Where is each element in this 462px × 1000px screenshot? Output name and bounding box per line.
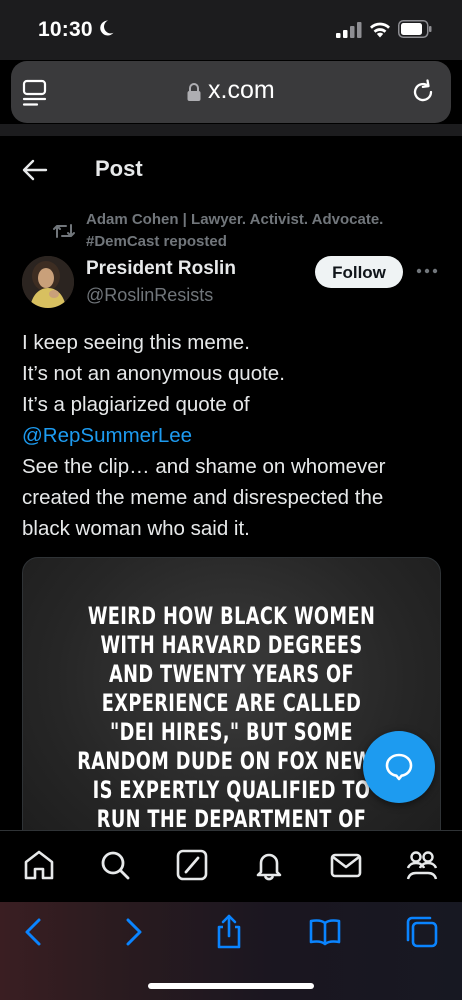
meme-line: "DEI HIRES," BUT SOME xyxy=(110,718,353,746)
post-text-line: I keep seeing this meme. xyxy=(22,331,250,354)
meme-line: AND TWENTY YEARS OF xyxy=(108,660,355,688)
bottom-tab-bar xyxy=(0,830,462,903)
communities-icon[interactable] xyxy=(405,848,439,882)
bookmarks-icon[interactable] xyxy=(307,914,343,950)
reload-icon[interactable] xyxy=(410,79,436,105)
meme-text: WEIRD HOW BLACK WOMEN WITH HARVARD DEGRE… xyxy=(77,602,386,834)
mention-link[interactable]: @RepSummerLee xyxy=(22,420,442,451)
reply-fab-button[interactable] xyxy=(363,731,435,803)
follow-button[interactable]: Follow xyxy=(315,256,403,288)
post-text-line: It’s not an anonymous quote. xyxy=(22,362,285,385)
author-handle[interactable]: @RoslinResists xyxy=(86,285,213,306)
share-icon[interactable] xyxy=(211,914,247,950)
meme-line: WITH HARVARD DEGREES xyxy=(100,631,363,659)
meme-line: IS EXPERTLY QUALIFIED TO xyxy=(92,776,371,804)
page-title: Post xyxy=(95,156,143,181)
chat-bubble-icon xyxy=(385,753,413,781)
page-menu-icon[interactable] xyxy=(22,79,48,107)
post-text: I keep seeing this meme. It’s not an ano… xyxy=(22,327,442,544)
messages-icon[interactable] xyxy=(329,848,363,882)
avatar[interactable] xyxy=(22,256,74,308)
meme-line: RANDOM DUDE ON FOX NEWS xyxy=(77,747,386,775)
repost-attribution[interactable]: Adam Cohen | Lawyer. Activist. Advocate.… xyxy=(86,209,426,253)
focus-moon-icon xyxy=(100,20,114,36)
avatar-photo xyxy=(22,256,74,308)
post-text-line: See the clip… and shame on whomever xyxy=(22,455,386,478)
meme-line: WEIRD HOW BLACK WOMEN xyxy=(87,602,376,630)
notifications-icon[interactable] xyxy=(252,848,286,882)
post-text-line: It’s a plagiarized quote of xyxy=(22,393,250,416)
meme-line: EXPERIENCE ARE CALLED xyxy=(101,689,362,717)
post-text-line: created the meme and disrespected the xyxy=(22,486,384,509)
back-icon[interactable] xyxy=(16,914,52,950)
author-display-name[interactable]: President Roslin xyxy=(86,258,236,280)
post-media-image[interactable]: WEIRD HOW BLACK WOMEN WITH HARVARD DEGRE… xyxy=(22,557,441,859)
url-text[interactable]: x.com xyxy=(208,76,275,105)
status-time: 10:30 xyxy=(38,18,93,41)
tabs-overview-icon[interactable] xyxy=(404,914,440,950)
home-icon[interactable] xyxy=(22,848,56,882)
lock-icon xyxy=(187,83,201,101)
forward-icon[interactable] xyxy=(115,914,151,950)
home-indicator[interactable] xyxy=(148,983,314,989)
repost-icon xyxy=(53,224,75,238)
grok-icon[interactable] xyxy=(175,848,209,882)
wifi-icon xyxy=(370,22,390,38)
cellular-signal-icon xyxy=(336,22,362,38)
address-bar-panel xyxy=(0,124,462,136)
back-arrow-icon[interactable] xyxy=(22,158,48,182)
battery-icon xyxy=(398,20,432,38)
search-icon[interactable] xyxy=(98,848,132,882)
post-text-line: black woman who said it. xyxy=(22,517,250,540)
more-options-icon[interactable] xyxy=(416,262,438,280)
